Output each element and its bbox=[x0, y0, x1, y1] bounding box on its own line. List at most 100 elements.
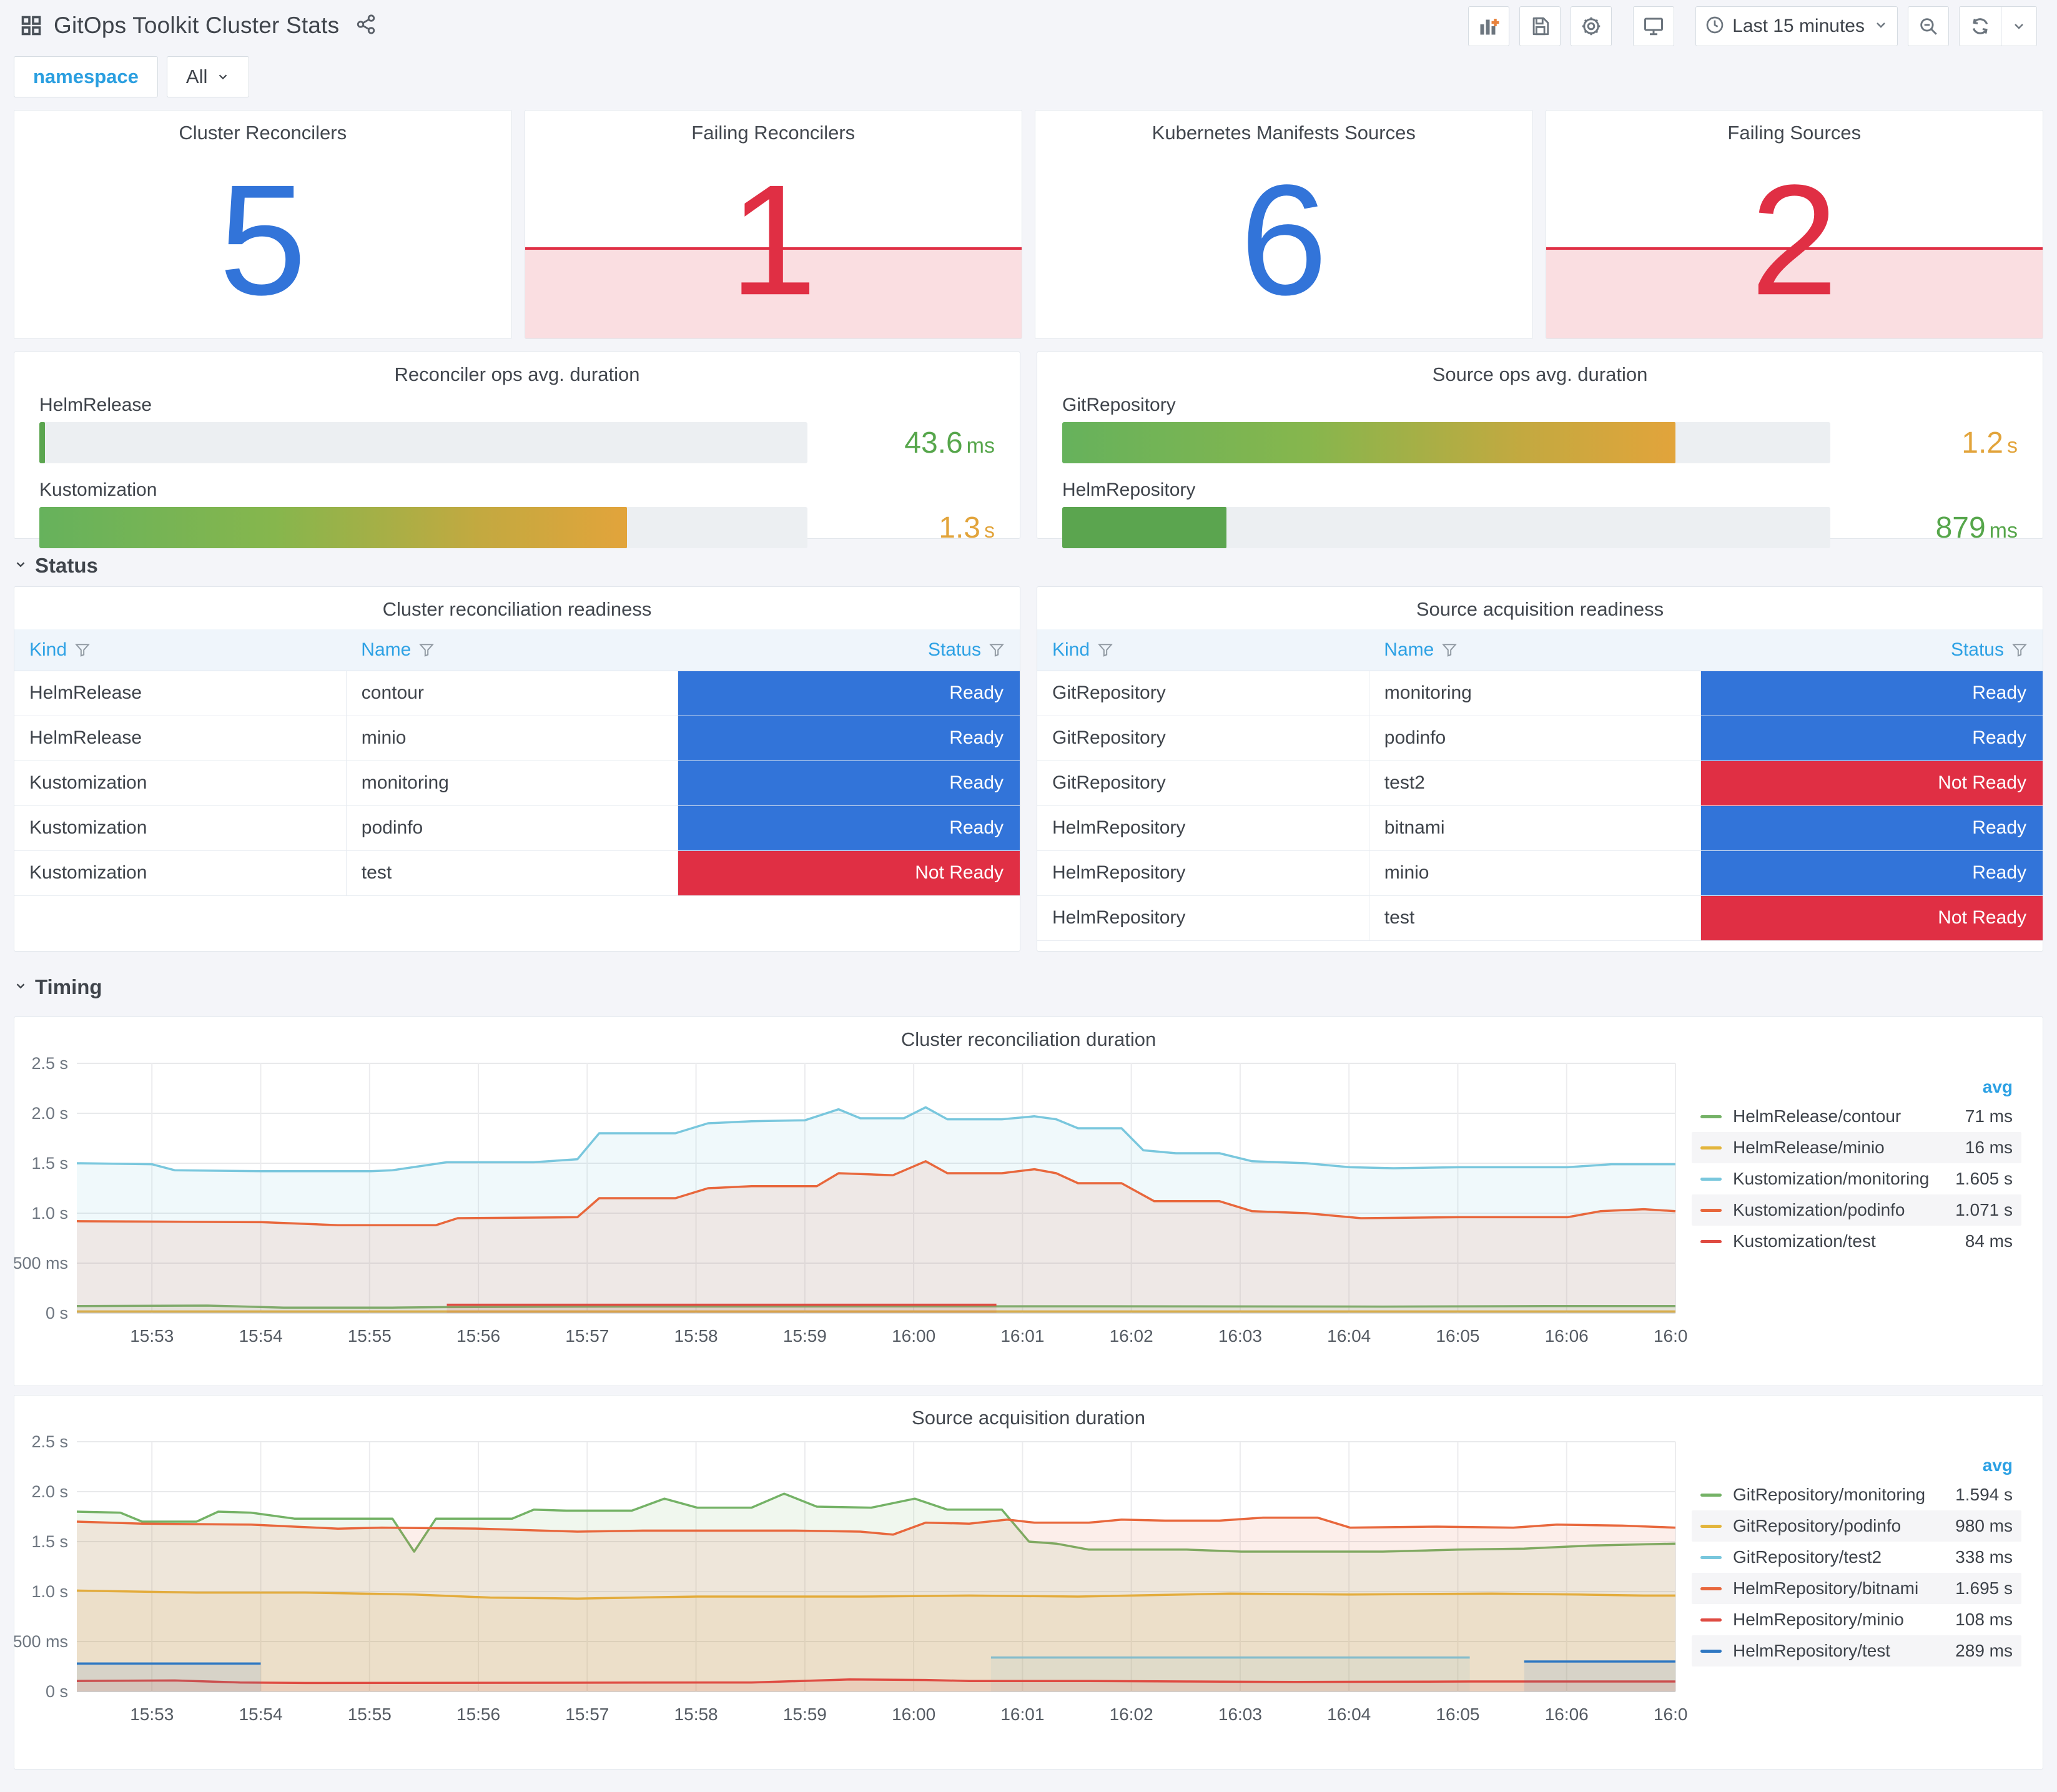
gauge-fill bbox=[1062, 422, 1675, 463]
series-avg-value: 1.594 s bbox=[1955, 1485, 2013, 1504]
refresh-button[interactable] bbox=[1960, 7, 2001, 46]
legend-item[interactable]: HelmRelease/contour 71 ms bbox=[1692, 1101, 2021, 1132]
section-title: Timing bbox=[35, 975, 102, 998]
table-row[interactable]: GitRepository test2 Not Ready bbox=[1037, 761, 2043, 806]
table-panel-source-readiness[interactable]: Source acquisition readiness Kind Name Sta… bbox=[1037, 586, 2043, 952]
svg-text:16:01: 16:01 bbox=[1000, 1326, 1044, 1346]
svg-text:15:53: 15:53 bbox=[130, 1705, 174, 1724]
cycle-view-button[interactable] bbox=[1633, 6, 1675, 46]
legend-item[interactable]: HelmRepository/test 289 ms bbox=[1692, 1635, 2021, 1666]
series-name: GitRepository/test2 bbox=[1733, 1547, 1882, 1567]
table-row[interactable]: Kustomization monitoring Ready bbox=[14, 761, 1020, 806]
dashboard: GitOps Toolkit Cluster Stats Last 15 min… bbox=[0, 0, 2057, 1782]
refresh-split-button bbox=[1959, 6, 2037, 46]
series-avg-value: 338 ms bbox=[1955, 1547, 2013, 1567]
section-timing[interactable]: Timing bbox=[14, 967, 2043, 1008]
svg-text:16:02: 16:02 bbox=[1110, 1705, 1153, 1724]
svg-text:16:01: 16:01 bbox=[1000, 1705, 1044, 1724]
legend-item[interactable]: GitRepository/monitoring 1.594 s bbox=[1692, 1479, 2021, 1510]
legend-item[interactable]: Kustomization/test 84 ms bbox=[1692, 1226, 2021, 1257]
legend-item[interactable]: GitRepository/test2 338 ms bbox=[1692, 1542, 2021, 1573]
panel-title: Cluster reconciliation duration bbox=[900, 1028, 1157, 1050]
series-name: HelmRelease/minio bbox=[1733, 1138, 1885, 1157]
table-row[interactable]: Kustomization podinfo Ready bbox=[14, 805, 1020, 851]
gauge-value: 1.2 s bbox=[1961, 426, 2018, 460]
series-color-swatch bbox=[1700, 1493, 1722, 1497]
add-panel-button[interactable] bbox=[1468, 6, 1510, 46]
cell-status: Ready bbox=[678, 671, 1020, 716]
column-header-status[interactable]: Status bbox=[1700, 629, 2043, 671]
chart-panel-source-acquisition-duration[interactable]: Source acquisition duration 0 s 500 ms 1.0… bbox=[14, 1395, 2043, 1770]
variable-namespace-label[interactable]: namespace bbox=[14, 56, 158, 97]
series-name: HelmRepository/test bbox=[1733, 1641, 1891, 1660]
stat-value: 6 bbox=[1240, 152, 1328, 328]
legend-item[interactable]: Kustomization/podinfo 1.071 s bbox=[1692, 1194, 2021, 1226]
stat-panel-failing-reconcilers[interactable]: Failing Reconcilers 1 bbox=[524, 110, 1022, 339]
table-row[interactable]: GitRepository podinfo Ready bbox=[1037, 716, 2043, 761]
panel-title: Source acquisition readiness bbox=[1416, 598, 1664, 620]
svg-text:16:07: 16:07 bbox=[1654, 1705, 1688, 1724]
legend-item[interactable]: Kustomization/monitoring 1.605 s bbox=[1692, 1163, 2021, 1194]
table-row[interactable]: HelmRelease minio Ready bbox=[14, 716, 1020, 761]
svg-text:16:04: 16:04 bbox=[1327, 1705, 1371, 1724]
column-header-status[interactable]: Status bbox=[678, 629, 1020, 671]
cell-name: contour bbox=[346, 671, 679, 716]
stat-panel-cluster-reconcilers[interactable]: Cluster Reconcilers 5 bbox=[14, 110, 512, 339]
panel-title: Failing Sources bbox=[1727, 122, 1862, 144]
column-header-name[interactable]: Name bbox=[346, 629, 678, 671]
table-panel-cluster-readiness[interactable]: Cluster reconciliation readiness Kind Nam… bbox=[14, 586, 1020, 952]
gauge-track bbox=[39, 422, 807, 463]
table-row[interactable]: GitRepository monitoring Ready bbox=[1037, 671, 2043, 716]
cell-name: podinfo bbox=[346, 805, 679, 851]
column-header-kind[interactable]: Kind bbox=[14, 629, 347, 671]
legend-item[interactable]: HelmRepository/minio 108 ms bbox=[1692, 1604, 2021, 1635]
section-status[interactable]: Status bbox=[14, 545, 2043, 586]
legend-item[interactable]: HelmRelease/minio 16 ms bbox=[1692, 1132, 2021, 1163]
table-row[interactable]: HelmRelease contour Ready bbox=[14, 671, 1020, 716]
svg-text:0 s: 0 s bbox=[46, 1304, 68, 1322]
table-row[interactable]: Kustomization test Not Ready bbox=[14, 850, 1020, 896]
series-name: GitRepository/podinfo bbox=[1733, 1516, 1902, 1535]
time-range-picker[interactable]: Last 15 minutes bbox=[1695, 6, 1898, 46]
save-dashboard-button[interactable] bbox=[1519, 6, 1561, 46]
cell-status: Ready bbox=[1700, 716, 2043, 761]
table-row[interactable]: HelmRepository test Not Ready bbox=[1037, 895, 2043, 941]
stat-panel-failing-sources[interactable]: Failing Sources 2 bbox=[1545, 110, 2043, 339]
table-row[interactable]: HelmRepository minio Ready bbox=[1037, 850, 2043, 896]
share-icon[interactable] bbox=[355, 14, 377, 38]
cell-kind: Kustomization bbox=[14, 805, 347, 851]
gauge-panel-reconciler-ops[interactable]: Reconciler ops avg. duration HelmRelease… bbox=[14, 352, 1020, 548]
apps-grid-icon[interactable] bbox=[20, 14, 42, 37]
legend-item[interactable]: GitRepository/podinfo 980 ms bbox=[1692, 1510, 2021, 1542]
legend-item[interactable]: HelmRepository/bitnami 1.695 s bbox=[1692, 1573, 2021, 1604]
panel-title: Source acquisition duration bbox=[912, 1407, 1145, 1429]
zoom-out-button[interactable] bbox=[1908, 6, 1949, 46]
gauge-label: HelmRelease bbox=[39, 395, 152, 415]
column-header-kind[interactable]: Kind bbox=[1037, 629, 1369, 671]
gauge-label: GitRepository bbox=[1062, 395, 1176, 415]
table-row[interactable]: HelmRepository bitnami Ready bbox=[1037, 805, 2043, 851]
svg-text:15:57: 15:57 bbox=[565, 1326, 609, 1346]
cell-kind: Kustomization bbox=[14, 850, 347, 896]
chart-panel-cluster-reconciliation-duration[interactable]: Cluster reconciliation duration 0 s 500 m… bbox=[14, 1017, 2043, 1386]
stat-panel-k8s-manifests-sources[interactable]: Kubernetes Manifests Sources 6 bbox=[1035, 110, 1533, 339]
svg-text:16:03: 16:03 bbox=[1218, 1705, 1262, 1724]
series-avg-value: 16 ms bbox=[1965, 1138, 2013, 1157]
svg-text:15:59: 15:59 bbox=[783, 1705, 827, 1724]
svg-text:16:05: 16:05 bbox=[1436, 1705, 1479, 1724]
series-avg-value: 1.071 s bbox=[1955, 1200, 2013, 1219]
gauge-panel-source-ops[interactable]: Source ops avg. duration GitRepository 1.… bbox=[1037, 352, 2043, 548]
refresh-interval-chevron-icon[interactable] bbox=[2001, 7, 2036, 46]
column-header-name[interactable]: Name bbox=[1369, 629, 1701, 671]
series-avg-value: 108 ms bbox=[1955, 1610, 2013, 1629]
panel-title: Cluster reconciliation readiness bbox=[382, 598, 652, 620]
cell-kind: HelmRepository bbox=[1037, 850, 1369, 896]
svg-text:0 s: 0 s bbox=[46, 1682, 68, 1701]
variable-namespace-value-dropdown[interactable]: All bbox=[166, 56, 250, 97]
clock-icon bbox=[1705, 15, 1725, 38]
dashboard-settings-button[interactable] bbox=[1571, 6, 1612, 46]
timeseries-plot: 0 s 500 ms 1.0 s 1.5 s 2.0 s 2.5 s 15:53 15:54 1… bbox=[14, 1054, 1688, 1346]
cell-name: monitoring bbox=[1369, 671, 1702, 716]
cell-name: monitoring bbox=[346, 761, 679, 806]
status-badge: Ready bbox=[678, 805, 1020, 850]
